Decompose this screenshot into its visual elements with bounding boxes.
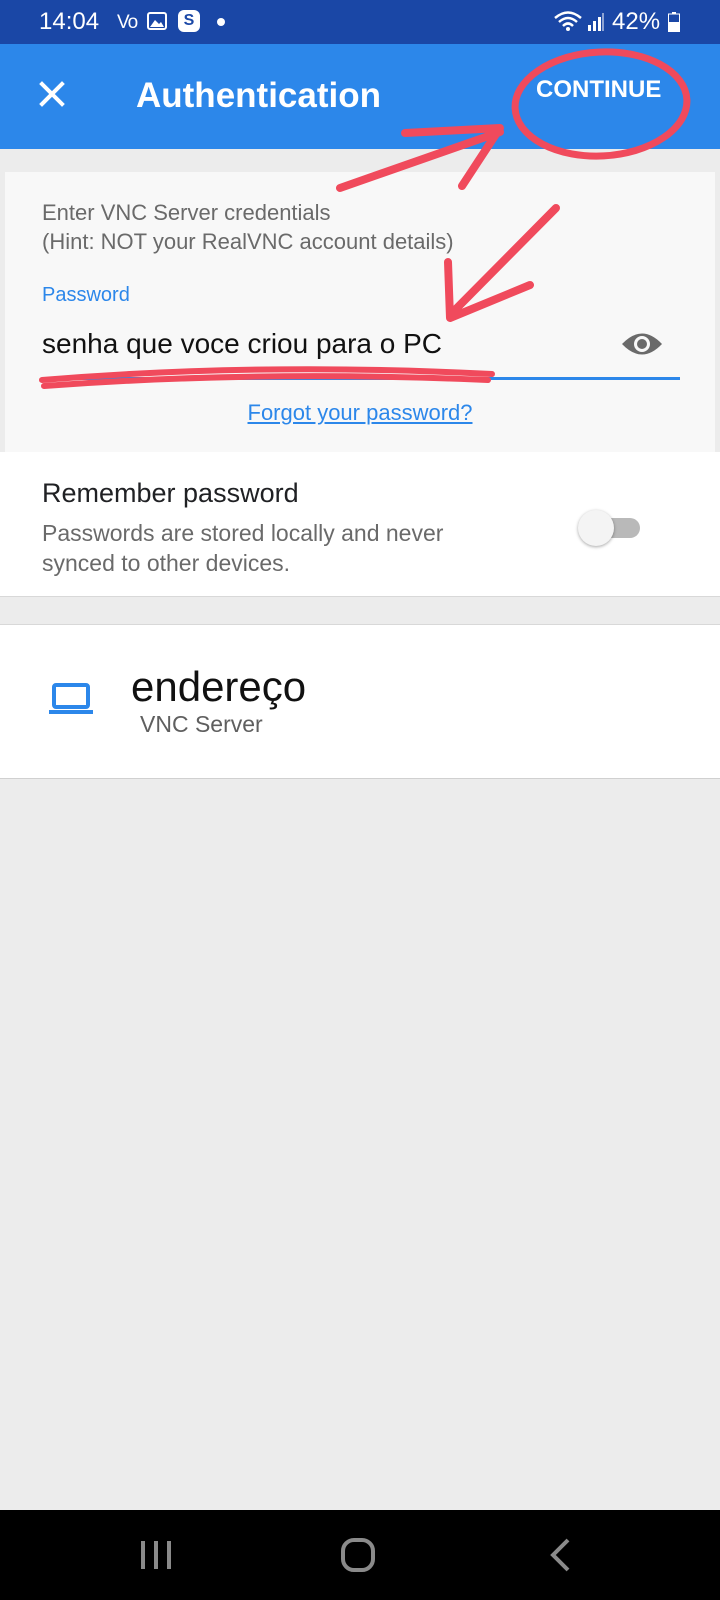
back-icon[interactable] bbox=[548, 1537, 572, 1573]
credentials-card: Enter VNC Server credentials (Hint: NOT … bbox=[5, 172, 715, 452]
wifi-icon bbox=[554, 11, 582, 31]
toggle-thumb bbox=[578, 510, 614, 546]
password-label: Password bbox=[42, 284, 130, 306]
server-name: endereço bbox=[131, 663, 307, 710]
status-bar: 14:04 Vo S 42% bbox=[0, 0, 720, 44]
recent-apps-icon[interactable] bbox=[138, 1538, 174, 1572]
app-bar: Authentication CONTINUE bbox=[0, 44, 720, 149]
show-password-eye-icon[interactable] bbox=[620, 327, 664, 361]
credentials-hint: Enter VNC Server credentials bbox=[42, 200, 331, 225]
navigation-bar bbox=[0, 1510, 720, 1600]
remember-password-description-line2: synced to other devices. bbox=[42, 550, 291, 576]
remember-password-description: Passwords are stored locally and never bbox=[42, 520, 444, 546]
password-input[interactable] bbox=[42, 322, 607, 366]
server-card[interactable]: endereço VNC Server bbox=[0, 624, 720, 779]
continue-button[interactable]: CONTINUE bbox=[536, 76, 661, 104]
status-time: 14:04 bbox=[39, 8, 100, 35]
remember-password-title: Remember password bbox=[42, 478, 299, 508]
remember-password-row: Remember password Passwords are stored l… bbox=[0, 452, 720, 597]
credentials-hint-note: (Hint: NOT your RealVNC account details) bbox=[42, 229, 454, 254]
password-underline bbox=[42, 377, 680, 380]
server-type: VNC Server bbox=[140, 711, 263, 737]
remember-password-toggle[interactable] bbox=[578, 510, 642, 546]
close-icon[interactable] bbox=[32, 74, 72, 114]
battery-icon bbox=[668, 12, 680, 32]
laptop-icon bbox=[49, 683, 93, 714]
battery-percent: 42% bbox=[612, 8, 661, 35]
image-icon bbox=[147, 12, 167, 30]
signal-icon bbox=[588, 13, 604, 31]
s-app-icon: S bbox=[178, 10, 200, 32]
notification-dot-icon bbox=[217, 18, 225, 26]
page-title: Authentication bbox=[136, 76, 381, 115]
forgot-password-link[interactable]: Forgot your password? bbox=[5, 400, 715, 426]
home-icon[interactable] bbox=[340, 1537, 376, 1573]
volte-indicator: Vo bbox=[117, 12, 138, 33]
